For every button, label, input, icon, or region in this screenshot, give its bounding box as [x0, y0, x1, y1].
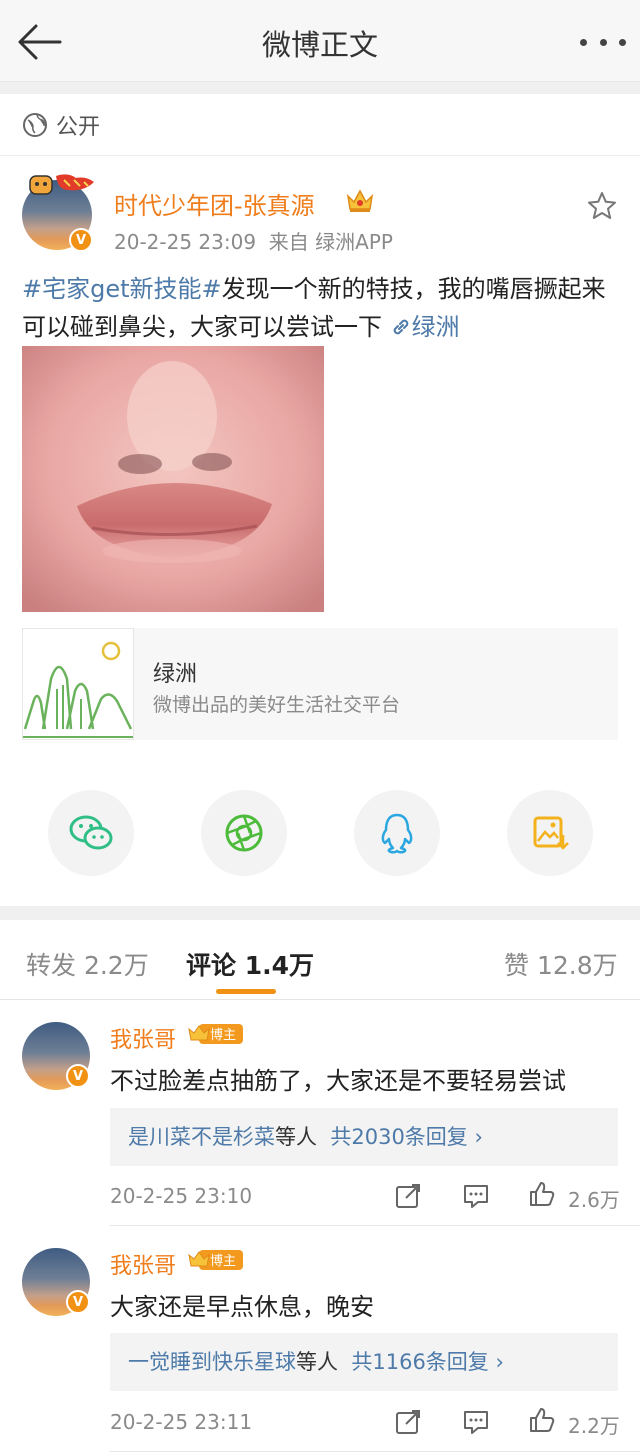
comment-icon[interactable] — [462, 1182, 490, 1210]
wechat-icon — [69, 815, 113, 850]
verified-badge: V — [66, 1064, 90, 1088]
like-count: 2.2万 — [568, 1414, 620, 1438]
comment-divider — [110, 1451, 640, 1452]
crown-icon — [346, 189, 374, 212]
active-tab-indicator — [216, 989, 276, 994]
post-meta: 20-2-25 23:09 来自 绿洲APP — [114, 226, 393, 255]
comment-text: 大家还是早点休息，晚安 — [110, 1293, 374, 1321]
post-link-label: 绿洲 — [411, 313, 460, 341]
comment-divider — [110, 1225, 640, 1226]
qq-icon — [381, 813, 413, 854]
repost-icon[interactable] — [394, 1408, 422, 1436]
visibility-label: 公开 — [56, 114, 101, 140]
author-name[interactable]: 时代少年团-张真源 — [114, 186, 315, 221]
blogger-badge-label: 博主 — [210, 1254, 236, 1269]
comment-replies-preview[interactable]: 一觉睡到快乐星球等人 共1166条回复 › — [110, 1333, 618, 1391]
post-topic-link[interactable]: #宅家get新技能# — [22, 275, 222, 303]
tab-repost[interactable]: 转发 2.2万 — [26, 946, 149, 982]
favorite-star-icon[interactable] — [586, 190, 618, 222]
post-body: #宅家get新技能#发现一个新的特技，我的嘴唇撅起来可以碰到鼻尖，大家可以尝试一… — [22, 270, 622, 346]
share-moments-button[interactable] — [201, 790, 287, 876]
top-navigation-bar: 微博正文 — [0, 0, 640, 82]
share-qq-button[interactable] — [354, 790, 440, 876]
save-image-button[interactable] — [507, 790, 593, 876]
comment-author[interactable]: 我张哥 — [110, 1022, 176, 1054]
visibility-row: 公开 — [0, 94, 640, 156]
avatar-decoration-icon — [29, 174, 94, 195]
post-source: 来自 绿洲APP — [268, 230, 393, 254]
repost-icon[interactable] — [394, 1182, 422, 1210]
interaction-tabs: 转发 2.2万 评论 1.4万 赞 12.8万 — [0, 920, 640, 1000]
post-time: 20-2-25 23:09 — [114, 230, 257, 254]
section-divider — [0, 82, 640, 94]
post-link[interactable]: 绿洲 — [390, 313, 460, 341]
blogger-badge-label: 博主 — [210, 1028, 236, 1043]
reply-count: 共1166条回复 — [351, 1350, 489, 1374]
verified-badge: V — [69, 228, 93, 252]
reply-mid: 等人 — [296, 1350, 338, 1374]
oasis-logo-icon — [22, 628, 134, 740]
like-icon[interactable] — [528, 1180, 556, 1208]
more-icon[interactable] — [580, 22, 626, 62]
chevron-right-icon: › — [467, 1125, 483, 1149]
reply-count: 共2030条回复 — [330, 1125, 468, 1149]
link-icon — [393, 319, 408, 335]
reply-users: 一觉睡到快乐星球 — [128, 1350, 296, 1374]
page-title: 微博正文 — [261, 28, 378, 62]
author-avatar[interactable]: V — [22, 170, 98, 252]
globe-icon — [23, 112, 47, 137]
comment-author[interactable]: 我张哥 — [110, 1248, 176, 1280]
chevron-right-icon: › — [488, 1350, 504, 1374]
like-count: 2.6万 — [568, 1188, 620, 1212]
save-image-icon — [533, 816, 569, 850]
moments-icon — [225, 814, 263, 852]
like-icon[interactable] — [528, 1406, 556, 1434]
comment-icon[interactable] — [462, 1408, 490, 1436]
comment-time: 20-2-25 23:10 — [110, 1184, 253, 1208]
share-wechat-button[interactable] — [48, 790, 134, 876]
tab-comment[interactable]: 评论 1.4万 — [186, 946, 314, 982]
blogger-badge: 博主 — [187, 1022, 243, 1046]
comment-text: 不过脸差点抽筋了，大家还是不要轻易尝试 — [110, 1067, 566, 1095]
link-card[interactable]: 绿洲 微博出品的美好生活社交平台 — [22, 628, 618, 740]
comment-replies-preview[interactable]: 是川菜不是杉菜等人 共2030条回复 › — [110, 1108, 618, 1166]
blogger-badge: 博主 — [187, 1248, 243, 1272]
verified-badge: V — [66, 1290, 90, 1314]
section-divider — [0, 906, 640, 920]
link-card-title: 绿洲 — [153, 662, 198, 687]
post-image[interactable] — [22, 346, 324, 612]
reply-mid: 等人 — [275, 1125, 317, 1149]
comment-time: 20-2-25 23:11 — [110, 1410, 253, 1434]
tab-like[interactable]: 赞 12.8万 — [504, 946, 618, 982]
reply-users: 是川菜不是杉菜 — [128, 1125, 275, 1149]
link-card-subtitle: 微博出品的美好生活社交平台 — [153, 694, 401, 716]
